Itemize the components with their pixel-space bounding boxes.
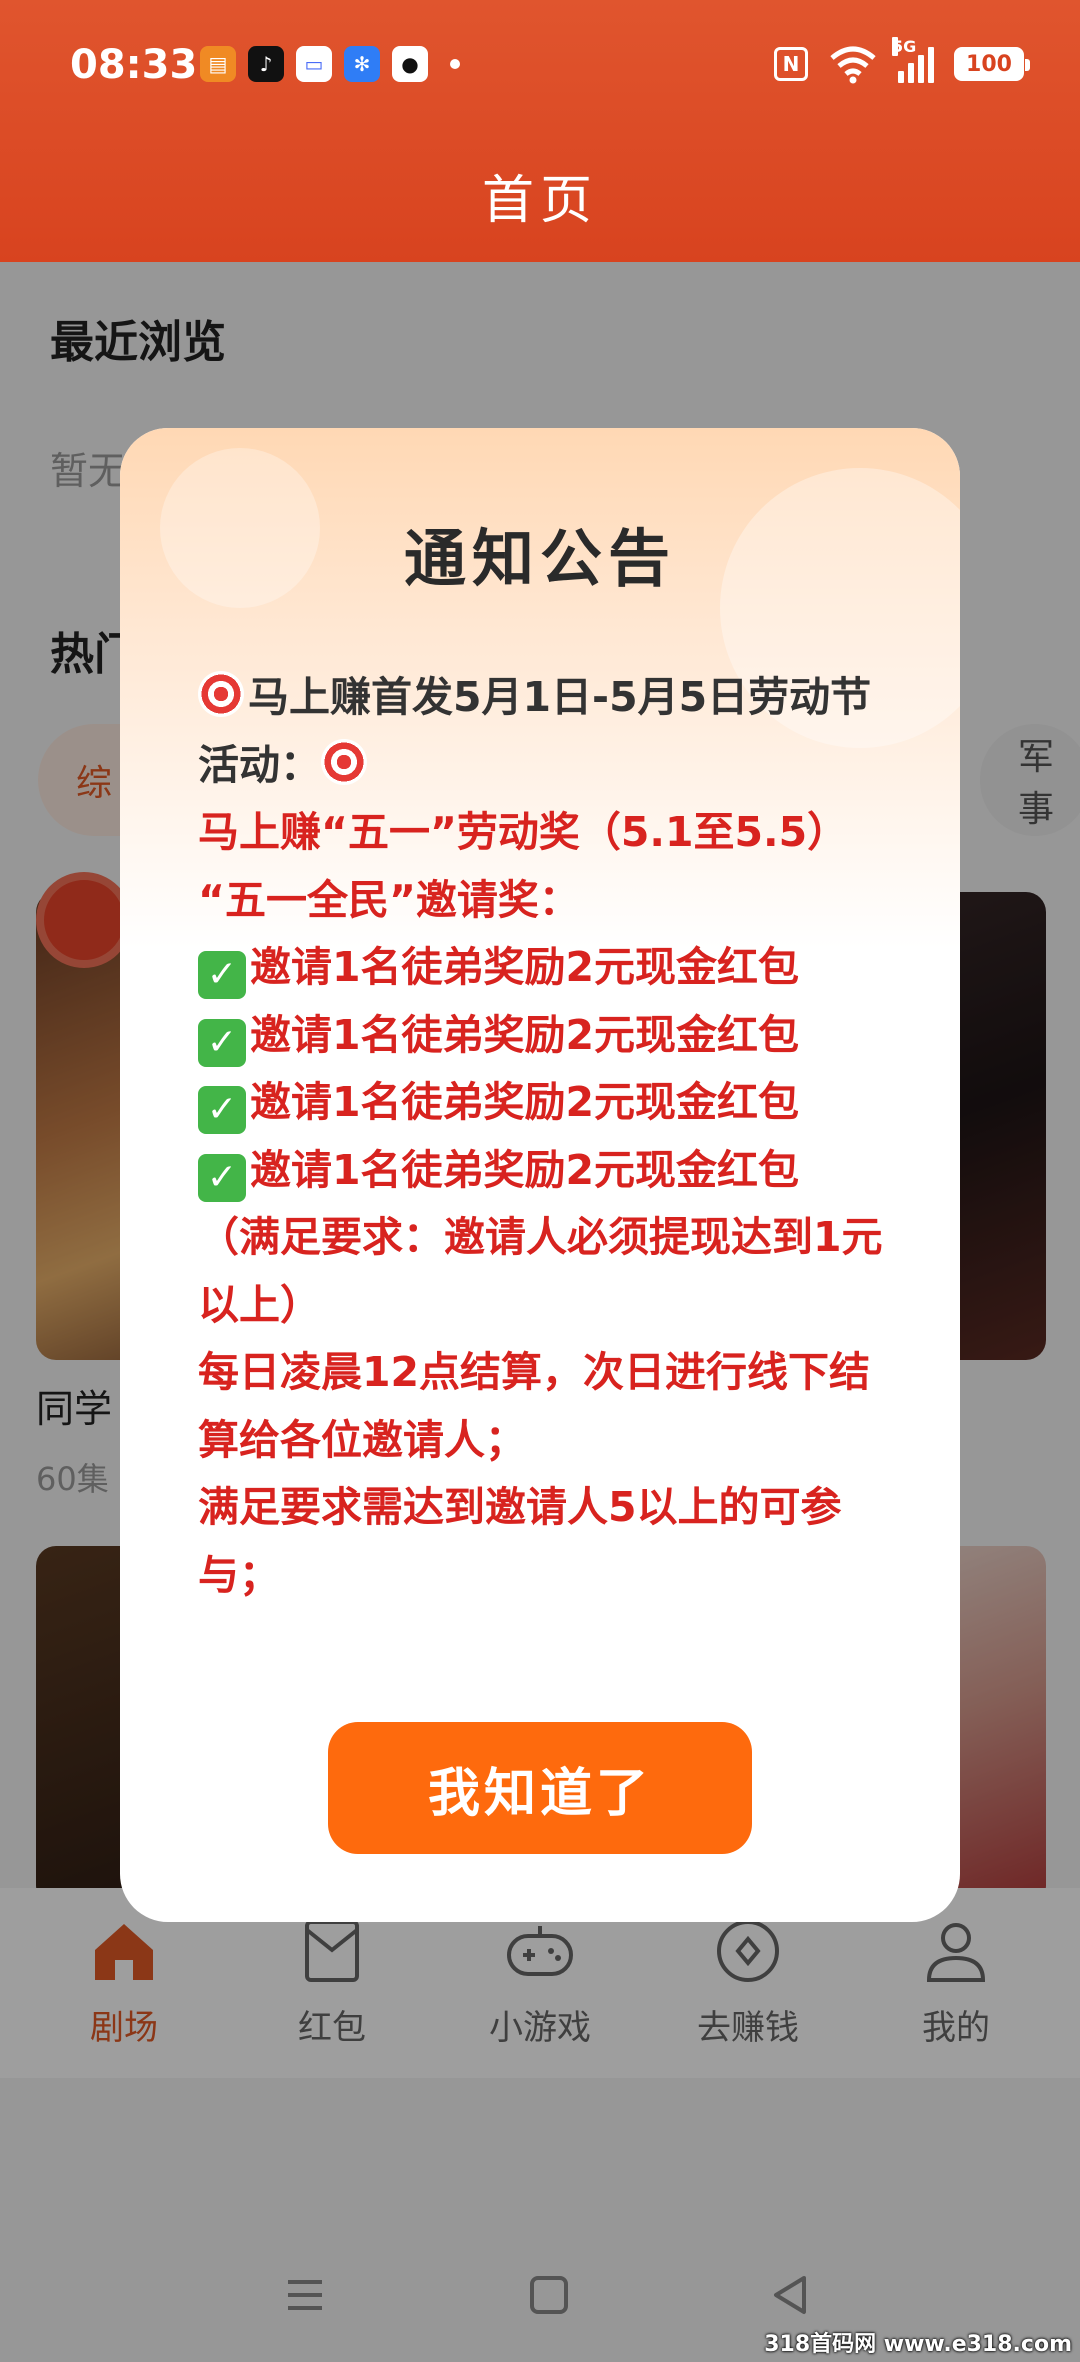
page-title: 首页 bbox=[481, 171, 598, 231]
tiktok-app-icon: ♪ bbox=[248, 46, 284, 82]
reward-text: 邀请1名徒弟奖励2元现金红包 bbox=[250, 943, 800, 991]
acknowledge-button[interactable]: 我知道了 bbox=[328, 1722, 752, 1854]
award-title: 马上赚“五一”劳动奖（5.1至5.5） bbox=[198, 808, 849, 856]
watermark: 318首码网 www.e318.com bbox=[764, 2332, 1072, 2357]
status-right-group: N 5G 100 bbox=[774, 37, 1030, 84]
reward-item: ✓ 邀请1名徒弟奖励2元现金红包 bbox=[198, 1002, 898, 1070]
wifi-icon bbox=[830, 46, 876, 84]
reward-item: ✓ 邀请1名徒弟奖励2元现金红包 bbox=[198, 1137, 898, 1205]
fan-app-icon: ✻ bbox=[344, 46, 380, 82]
reward-text: 邀请1名徒弟奖励2元现金红包 bbox=[250, 1078, 800, 1126]
qq-app-icon: ● bbox=[392, 46, 428, 82]
message-app-icon: ▭ bbox=[296, 46, 332, 82]
target-icon bbox=[321, 738, 367, 785]
top-app-bar: 08:33 ▤ ♪ ▭ ✻ ● N 5G 100 首页 bbox=[0, 0, 1080, 262]
settlement-text: 每日凌晨12点结算，次日进行线下结算给各位邀请人； bbox=[198, 1348, 871, 1464]
announcement-intro: 马上赚首发5月1日-5月5日劳动节活动： bbox=[198, 664, 898, 799]
cellular-signal-icon: 5G bbox=[892, 37, 934, 83]
target-icon bbox=[198, 671, 244, 717]
status-time: 08:33 bbox=[70, 42, 198, 88]
reward-item: ✓ 邀请1名徒弟奖励2元现金红包 bbox=[198, 1069, 898, 1137]
notice-dialog: 通知公告 马上赚首发5月1日-5月5日劳动节活动： 马上赚“五一”劳动奖（5.1… bbox=[120, 428, 960, 1922]
dialog-content: 马上赚首发5月1日-5月5日劳动节活动： 马上赚“五一”劳动奖（5.1至5.5）… bbox=[198, 664, 898, 1609]
signal-type-label: 5G bbox=[892, 37, 917, 56]
check-mark-icon: ✓ bbox=[198, 1018, 246, 1067]
battery-icon: 100 bbox=[954, 47, 1030, 81]
notification-icons: ▤ ♪ ▭ ✻ ● bbox=[200, 46, 460, 82]
check-mark-icon: ✓ bbox=[198, 1086, 246, 1134]
condition-text: 满足要求需达到邀请人5以上的可参与； bbox=[198, 1483, 842, 1599]
check-mark-icon: ✓ bbox=[198, 1153, 246, 1202]
dialog-title: 通知公告 bbox=[403, 522, 676, 595]
reward-text: 邀请1名徒弟奖励2元现金红包 bbox=[250, 1010, 800, 1059]
status-bar: 08:33 ▤ ♪ ▭ ✻ ● N 5G 100 bbox=[0, 0, 1080, 130]
book-app-icon: ▤ bbox=[200, 46, 236, 82]
requirement-text: （满足要求：邀请人必须提现达到1元以上） bbox=[198, 1213, 883, 1329]
announcement-intro-text: 马上赚首发5月1日-5月5日劳动节活动： bbox=[198, 673, 872, 789]
reward-item: ✓ 邀请1名徒弟奖励2元现金红包 bbox=[198, 934, 898, 1002]
check-mark-icon: ✓ bbox=[198, 951, 246, 999]
reward-text: 邀请1名徒弟奖励2元现金红包 bbox=[250, 1145, 800, 1194]
more-notifications-dot bbox=[450, 59, 460, 69]
nfc-icon: N bbox=[774, 47, 808, 81]
invite-award-title: “五一全民”邀请奖： bbox=[198, 875, 580, 924]
